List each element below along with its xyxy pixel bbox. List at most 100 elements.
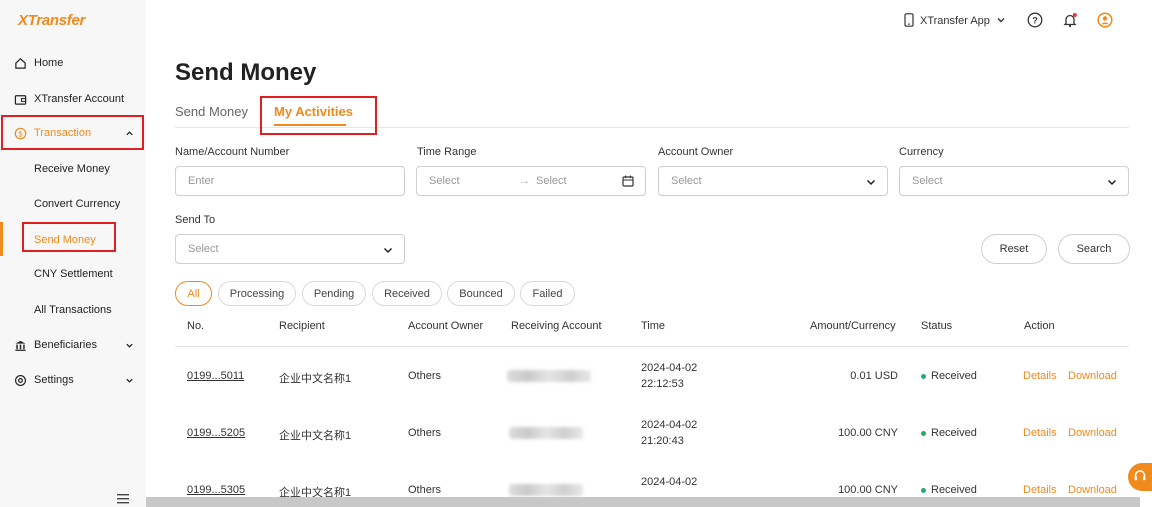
filter-chip-pending[interactable]: Pending bbox=[302, 281, 366, 306]
status-dot bbox=[921, 374, 926, 379]
sidebar-item-label: Home bbox=[34, 57, 64, 69]
home-icon bbox=[13, 56, 27, 70]
date-cell: 2024-04-02 bbox=[641, 419, 698, 431]
column-header-recipient: Recipient bbox=[279, 320, 325, 332]
sidebar-item-label: Convert Currency bbox=[34, 198, 121, 210]
currency-select[interactable]: Select bbox=[899, 166, 1129, 196]
active-indicator bbox=[0, 222, 3, 256]
sidebar-item-label: Receive Money bbox=[34, 163, 110, 175]
download-link[interactable]: Download bbox=[1068, 427, 1117, 439]
filter-chip-bounced[interactable]: Bounced bbox=[447, 281, 515, 306]
column-header-account-owner: Account Owner bbox=[408, 320, 484, 332]
svg-text:?: ? bbox=[1032, 16, 1038, 26]
sidebar-item-beneficiaries[interactable]: Beneficiaries bbox=[0, 330, 146, 360]
app-download-menu[interactable]: XTransfer App bbox=[904, 12, 1006, 30]
filter-chip-failed[interactable]: Failed bbox=[520, 281, 575, 306]
sidebar-item-xtransfer-account[interactable]: XTransfer Account bbox=[0, 84, 146, 114]
horizontal-scrollbar[interactable] bbox=[146, 497, 1140, 507]
name-account-input[interactable]: Enter bbox=[175, 166, 405, 196]
status-dot bbox=[921, 431, 926, 436]
receiving-account-redacted bbox=[509, 427, 583, 439]
details-link[interactable]: Details bbox=[1023, 427, 1057, 439]
column-header-receiving-account: Receiving Account bbox=[511, 320, 602, 332]
user-avatar-icon[interactable] bbox=[1096, 11, 1114, 29]
sidebar-item-cny-settlement[interactable]: CNY Settlement bbox=[0, 259, 146, 289]
highlight-box bbox=[22, 222, 116, 252]
amount-cell: 0.01 USD bbox=[850, 370, 898, 382]
recipient-cell: 企业中文名称1 bbox=[279, 373, 352, 385]
logo[interactable]: XTransfer bbox=[18, 12, 85, 29]
transaction-no-link[interactable]: 0199...5011 bbox=[187, 370, 244, 382]
time-range-label: Time Range bbox=[417, 146, 477, 158]
sidebar-item-label: Beneficiaries bbox=[34, 339, 97, 351]
receiving-account-redacted bbox=[507, 370, 591, 382]
calendar-icon bbox=[622, 175, 634, 190]
tab-send-money[interactable]: Send Money bbox=[175, 104, 248, 119]
sidebar-item-label: XTransfer Account bbox=[34, 93, 125, 105]
send-to-select[interactable]: Select bbox=[175, 234, 405, 264]
select-value: Select bbox=[671, 175, 702, 187]
account-owner-select[interactable]: Select bbox=[658, 166, 888, 196]
currency-label: Currency bbox=[899, 146, 944, 158]
recipient-cell: 企业中文名称1 bbox=[279, 430, 352, 442]
filter-chip-received[interactable]: Received bbox=[372, 281, 442, 306]
status-badge: Received bbox=[931, 370, 977, 382]
sidebar-item-label: CNY Settlement bbox=[34, 268, 113, 280]
chevron-down-icon bbox=[1106, 176, 1118, 188]
select-value: Select bbox=[188, 243, 219, 255]
reset-button[interactable]: Reset bbox=[981, 234, 1047, 264]
phone-icon bbox=[904, 12, 914, 30]
chevron-down-icon bbox=[865, 176, 877, 188]
page-title: Send Money bbox=[175, 59, 317, 86]
transaction-no-link[interactable]: 0199...5305 bbox=[187, 484, 245, 496]
column-header-action: Action bbox=[1024, 320, 1055, 332]
table-header-divider bbox=[175, 346, 1129, 347]
column-header-amount: Amount/Currency bbox=[810, 320, 896, 332]
column-header-no: No. bbox=[187, 320, 205, 332]
send-to-label: Send To bbox=[175, 214, 216, 226]
account-owner-cell: Others bbox=[408, 484, 442, 496]
details-link[interactable]: Details bbox=[1023, 370, 1057, 382]
headset-icon bbox=[1133, 469, 1147, 486]
sidebar-item-label: All Transactions bbox=[34, 304, 112, 316]
account-owner-cell: Others bbox=[408, 427, 442, 439]
support-float-button[interactable] bbox=[1128, 463, 1152, 491]
sidebar-item-convert-currency[interactable]: Convert Currency bbox=[0, 189, 146, 219]
help-icon[interactable]: ? bbox=[1026, 11, 1044, 29]
status-badge: Received bbox=[931, 427, 977, 439]
chevron-down-icon bbox=[124, 375, 134, 385]
highlight-box bbox=[1, 115, 144, 150]
sidebar-item-all-transactions[interactable]: All Transactions bbox=[0, 295, 146, 325]
name-account-label: Name/Account Number bbox=[175, 146, 290, 158]
chevron-down-icon bbox=[124, 340, 134, 350]
status-badge: Received bbox=[931, 484, 977, 496]
date-cell: 2024-04-02 bbox=[641, 476, 698, 488]
account-owner-label: Account Owner bbox=[658, 146, 734, 158]
sidebar: XTransfer Home XTransfer Account $ Trans… bbox=[0, 0, 146, 507]
account-owner-cell: Others bbox=[408, 370, 442, 382]
details-link[interactable]: Details bbox=[1023, 484, 1057, 496]
sidebar-item-settings[interactable]: Settings bbox=[0, 365, 146, 395]
filter-chip-all[interactable]: All bbox=[175, 281, 212, 306]
search-button[interactable]: Search bbox=[1058, 234, 1130, 264]
download-link[interactable]: Download bbox=[1068, 370, 1117, 382]
time-cell: 22:12:53 bbox=[641, 378, 684, 390]
download-link[interactable]: Download bbox=[1068, 484, 1117, 496]
time-start: Select bbox=[429, 175, 460, 187]
chevron-down-icon bbox=[996, 15, 1006, 28]
column-header-status: Status bbox=[921, 320, 953, 332]
time-end: Select bbox=[536, 175, 567, 187]
amount-cell: 100.00 CNY bbox=[838, 427, 898, 439]
highlight-box bbox=[260, 96, 377, 135]
sidebar-item-home[interactable]: Home bbox=[0, 48, 146, 78]
filter-chip-processing[interactable]: Processing bbox=[218, 281, 296, 306]
time-range-picker[interactable]: Select → Select bbox=[416, 166, 646, 196]
transaction-no-link[interactable]: 0199...5205 bbox=[187, 427, 245, 439]
amount-cell: 100.00 CNY bbox=[838, 484, 898, 496]
sidebar-item-receive-money[interactable]: Receive Money bbox=[0, 154, 146, 184]
menu-toggle-icon[interactable] bbox=[117, 493, 129, 504]
wallet-icon bbox=[13, 92, 27, 106]
sidebar-item-label: Settings bbox=[34, 374, 74, 386]
gear-icon bbox=[13, 373, 27, 387]
bell-icon[interactable] bbox=[1061, 11, 1079, 29]
